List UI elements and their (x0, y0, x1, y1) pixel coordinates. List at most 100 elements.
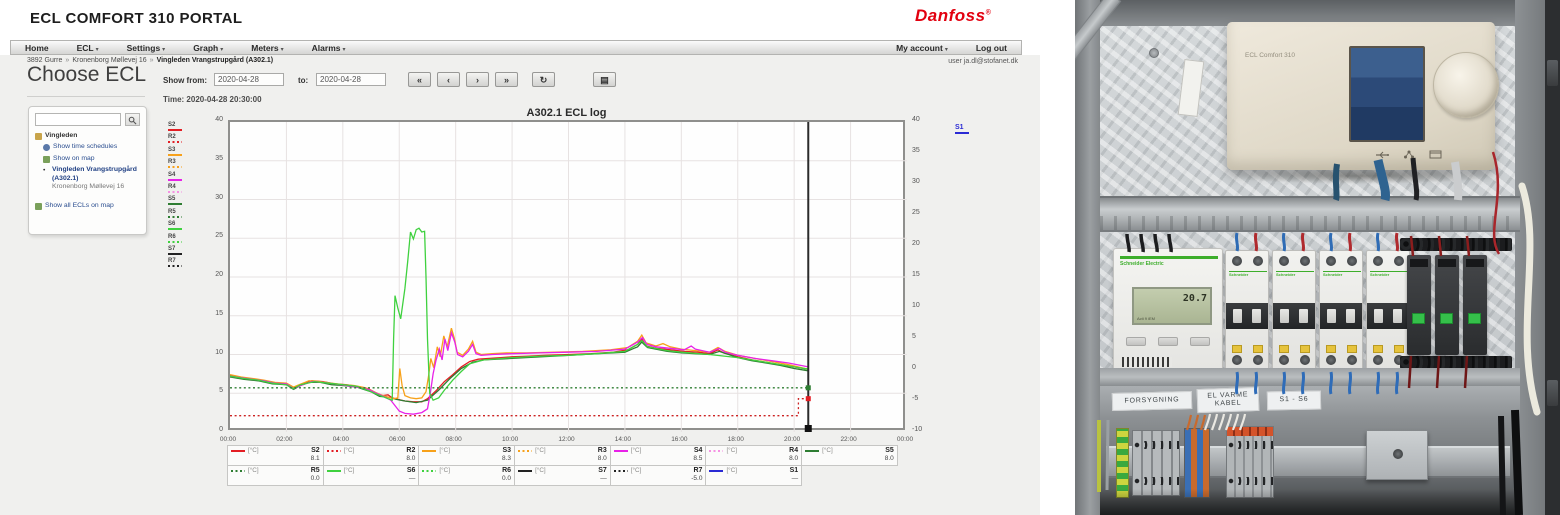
nav-item-settings[interactable]: Settings ▾ (113, 43, 180, 53)
legend-label: S4 (168, 171, 176, 178)
cursor-axis-handle[interactable] (804, 425, 812, 432)
x-axis-tick: 02:00 (276, 436, 293, 443)
show-from-label: Show from: (163, 76, 207, 85)
unit-label: [°C] (439, 467, 450, 474)
nav-item-meters[interactable]: Meters ▾ (237, 43, 297, 53)
legend-swatch (955, 132, 969, 134)
wire (1281, 232, 1287, 252)
cursor-value-marker (805, 385, 811, 391)
wire (1300, 371, 1306, 395)
tree-item-show-time-schedules[interactable]: Show time schedules (43, 143, 143, 152)
current-time-label: Time: 2020-04-28 20:30:00 (163, 95, 262, 104)
legend-entry-S7: S7 (168, 246, 194, 255)
search-input[interactable] (35, 113, 121, 126)
wire (1463, 355, 1469, 389)
series-S3 (230, 328, 809, 400)
plot-area[interactable] (228, 120, 907, 432)
legend-swatch (168, 252, 182, 255)
first-button[interactable]: « (408, 72, 431, 87)
legend-swatch (168, 141, 182, 144)
nav-right-group: My account ▾ Log out (882, 41, 1021, 54)
export-button[interactable]: ▤ (593, 72, 616, 87)
legend-label: S2 (168, 122, 176, 128)
x-axis-tick: 18:00 (727, 436, 744, 443)
date-from-input[interactable] (214, 73, 284, 86)
legend-label-S1: S1 (955, 124, 964, 131)
legend-cell-R7: [°C] R7 -5.0 (609, 465, 707, 486)
legend-cell-S7: [°C] S7— (514, 465, 611, 486)
y-right-tick: 5 (912, 333, 916, 340)
nav-item-log-out[interactable]: Log out (962, 43, 1021, 53)
unit-label: [°C] (248, 447, 259, 454)
y-right-tick: 15 (912, 271, 920, 278)
tree-item-label: Vingleden (45, 132, 78, 139)
legend-cell-line1: [°C] R4 (709, 447, 798, 454)
cabinet-wiring (1097, 151, 1541, 515)
wire (1328, 371, 1334, 395)
legend-cell-line1: [°C] R3 (518, 447, 607, 454)
legend-cell-empty (801, 465, 898, 486)
legend-swatch (422, 449, 437, 452)
legend-cell-line1: [°C] S2 (231, 447, 320, 454)
legend-swatch (518, 469, 533, 472)
series-value-table: [°C] S2 8.1 [°C] R2 8.0 [°C] S3 8.3 [°C] R3 8.0 [°C]… (227, 445, 906, 486)
series-current-value: 8.1 (310, 455, 320, 462)
legend-swatch (805, 449, 820, 452)
page-title: Choose ECL (27, 63, 147, 86)
prev-button[interactable]: ‹ (437, 72, 460, 87)
date-to-input[interactable] (316, 73, 386, 86)
legend-swatch (709, 449, 724, 452)
nav-item-home[interactable]: Home (11, 43, 63, 53)
legend-entry-S6: S6 (168, 221, 194, 231)
plot-canvas (230, 122, 907, 432)
wire (1192, 414, 1200, 431)
clock-icon (43, 144, 50, 152)
wire (1238, 413, 1247, 431)
legend-entry-R5: R5 (168, 209, 194, 218)
series-current-value: 8.3 (502, 455, 512, 462)
legend-label: S3 (168, 146, 176, 153)
chevron-down-icon: ▾ (280, 46, 284, 53)
nav-item-alarms[interactable]: Alarms ▾ (298, 43, 360, 53)
series-label: R5 (310, 467, 320, 474)
last-button[interactable]: » (495, 72, 518, 87)
wire (1300, 232, 1306, 252)
x-axis-tick: 22:00 (840, 436, 857, 443)
search-button[interactable] (125, 113, 140, 126)
legend-label: R3 (168, 159, 176, 166)
legend-label: R6 (168, 233, 176, 240)
refresh-button[interactable]: ↻ (532, 72, 555, 87)
legend-swatch (168, 240, 182, 243)
legend-cell-R2: [°C] R2 8.0 (322, 445, 420, 466)
tree-item-show-on-map[interactable]: Show on map (43, 155, 143, 163)
series-R7 (230, 398, 809, 417)
next-button[interactable]: › (466, 72, 489, 87)
chevron-down-icon: ▾ (342, 46, 346, 53)
y-left-tick: 35 (215, 154, 223, 162)
tree-item-ecl[interactable]: • Vingleden Vrangstrupgård (A302.1) Kronen… (43, 166, 143, 191)
nav-item-ecl[interactable]: ECL ▾ (63, 43, 113, 53)
wire (1234, 232, 1240, 252)
ecl-tree-panel: Vingleden Show time schedules Show on map •… (28, 106, 147, 235)
wire (1375, 232, 1381, 252)
ecl-portal-window: ECL COMFORT 310 PORTAL Danfoss® Home ECL ▾… (0, 0, 1040, 515)
nav-item-my-account[interactable]: My account ▾ (882, 43, 962, 53)
legend-cell-line1: [°C] S4 (613, 447, 702, 454)
tree-item-label: Show time schedules (53, 143, 118, 151)
legend-cell-line1: [°C] S5 (805, 447, 894, 454)
map-icon (35, 202, 42, 210)
wire (1347, 371, 1353, 395)
legend-swatch (168, 190, 182, 193)
y-right-tick: 35 (912, 147, 920, 154)
screenshot-root: ECL COMFORT 310 PORTAL Danfoss® Home ECL ▾… (0, 0, 1560, 515)
danfoss-logo: Danfoss® (915, 6, 992, 25)
tree-item-label: Show on map (53, 154, 95, 162)
portal-title: ECL COMFORT 310 PORTAL (30, 10, 243, 27)
y-left-tick: 40 (215, 116, 223, 123)
series-label: R4 (789, 447, 799, 454)
x-axis-tick: 00:00 (219, 436, 237, 443)
series-current-value: 8.5 (693, 455, 703, 462)
tree-item-show-all-ecls-on-map[interactable]: Show all ECLs on map (35, 202, 143, 210)
tree-item-vingleden[interactable]: Vingleden (35, 132, 143, 140)
nav-item-graph[interactable]: Graph ▾ (179, 43, 237, 53)
